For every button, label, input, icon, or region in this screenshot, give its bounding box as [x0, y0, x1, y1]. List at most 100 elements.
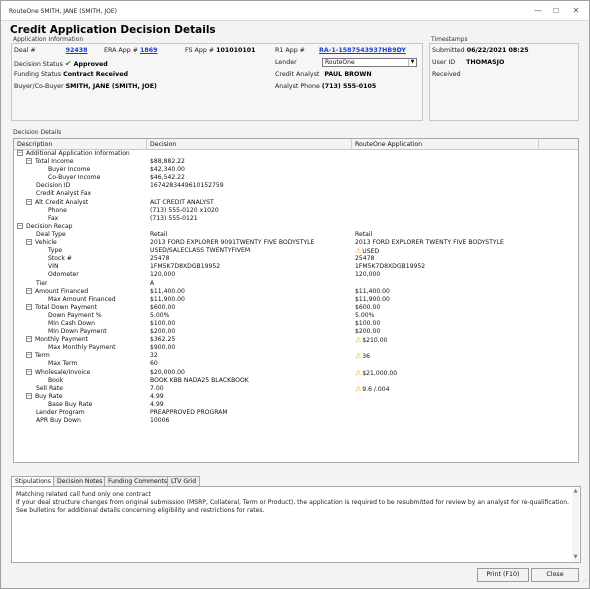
lender-select[interactable]: RouteOne ▼: [322, 58, 417, 67]
decision-details-grid: Description Decision RouteOne Applicatio…: [13, 138, 579, 463]
grid-row[interactable]: Type USED/SALECLASS TWENTYFIVEM ⚠USED: [14, 247, 578, 255]
grid-row[interactable]: − Term 32 ⚠36: [14, 352, 578, 360]
user-id-label: User ID: [432, 59, 456, 66]
row-decision-value: 4.99: [150, 400, 164, 408]
collapse-toggle-icon[interactable]: −: [26, 368, 32, 375]
collapse-toggle-icon[interactable]: −: [17, 222, 23, 229]
grid-row[interactable]: Tier A: [14, 280, 578, 288]
collapse-toggle-icon[interactable]: −: [26, 239, 32, 246]
row-description: Max Amount Financed: [48, 295, 116, 303]
row-application-value: 9.6 /.004: [362, 385, 390, 393]
row-application-value: 120,000: [355, 271, 381, 279]
row-description: Book: [48, 376, 64, 384]
row-decision-value: $600.00: [150, 303, 176, 311]
grid-row[interactable]: VIN 1FM5K7D8XDGB19952 1FM5K7D8XDGB19952: [14, 263, 578, 271]
column-header-routeone-application[interactable]: RouteOne Application: [352, 139, 539, 150]
grid-row[interactable]: − Total Income $88,882.22: [14, 158, 578, 166]
row-description: Decision ID: [36, 182, 71, 190]
grid-row[interactable]: Co-Buyer Income $46,542.22: [14, 174, 578, 182]
fs-label: FS App #: [185, 47, 215, 54]
grid-row[interactable]: − Wholesale/Invoice $20,000.00 ⚠$21,000.00: [14, 368, 578, 377]
era-label: ERA App #: [104, 47, 138, 54]
grid-row[interactable]: Max Term 60: [14, 360, 578, 368]
row-description: APR Buy Down: [36, 417, 81, 425]
column-header-decision[interactable]: Decision: [147, 139, 352, 150]
resize-grip-icon[interactable]: ⋰: [580, 578, 587, 586]
grid-row[interactable]: Deal Type Retail Retail: [14, 231, 578, 239]
collapse-toggle-icon[interactable]: −: [17, 150, 23, 156]
row-description: Buyer Income: [48, 166, 91, 174]
row-description: Deal Type: [36, 230, 66, 238]
chevron-down-icon[interactable]: ▼: [408, 59, 416, 66]
collapse-toggle-icon[interactable]: −: [26, 198, 32, 205]
collapse-toggle-icon[interactable]: −: [26, 392, 32, 399]
grid-row[interactable]: Min Cash Down $100.00 $100.00: [14, 320, 578, 328]
row-description-cell: APR Buy Down: [36, 417, 81, 425]
grid-row[interactable]: Base Buy Rate 4.99: [14, 401, 578, 409]
deal-field: Deal # 92438: [14, 47, 88, 54]
grid-row[interactable]: Odometer 120,000 120,000: [14, 271, 578, 279]
grid-row[interactable]: Book BOOK KBB NADA25 BLACKBOOK: [14, 377, 578, 385]
maximize-icon[interactable]: ☐: [549, 5, 563, 17]
collapse-toggle-icon[interactable]: −: [26, 158, 32, 165]
grid-row[interactable]: Fax (713) 555-0121: [14, 215, 578, 223]
grid-row[interactable]: Credit Analyst Fax: [14, 190, 578, 198]
grid-row[interactable]: Stock # 25478 25478: [14, 255, 578, 263]
grid-row[interactable]: Decision ID 1674283449610152759: [14, 182, 578, 190]
grid-row[interactable]: − Decision Recap: [14, 222, 578, 231]
scroll-down-icon[interactable]: ▼: [572, 554, 579, 561]
row-description-cell: − Amount Financed: [26, 287, 88, 296]
minimize-icon[interactable]: —: [531, 5, 545, 17]
collapse-toggle-icon[interactable]: −: [26, 303, 32, 310]
submitted-value: 06/22/2021 08:25: [466, 47, 529, 54]
grid-row[interactable]: Sell Rate 7.00 ⚠9.6 /.004: [14, 385, 578, 393]
grid-row[interactable]: Buyer Income $42,340.00: [14, 166, 578, 174]
row-description-cell: − Decision Recap: [17, 222, 73, 231]
row-description-cell: Sell Rate: [36, 385, 63, 393]
stipulations-scrollbar[interactable]: ▲ ▼: [572, 488, 579, 561]
collapse-toggle-icon[interactable]: −: [26, 352, 32, 359]
r1-app-link[interactable]: RA-1-1587543937HB9DY: [319, 47, 406, 54]
era-number-link[interactable]: 1869: [140, 47, 158, 54]
row-decision-value: A: [150, 279, 155, 287]
analyst-label: Credit Analyst: [275, 71, 320, 78]
stipulations-text[interactable]: Matching related call fund only one cont…: [16, 491, 570, 515]
row-description-cell: Co-Buyer Income: [48, 174, 100, 182]
column-header-description[interactable]: Description: [14, 139, 147, 150]
row-application-value: 25478: [355, 255, 375, 263]
close-icon[interactable]: ✕: [569, 5, 583, 17]
print-button[interactable]: Print (F10): [477, 568, 529, 582]
grid-row[interactable]: Lender Program PREAPPROVED PROGRAM: [14, 409, 578, 417]
row-description-cell: Tier: [36, 280, 47, 288]
app-info-group-label: Application Information: [13, 36, 84, 43]
row-application-value: 36: [362, 353, 371, 361]
r1-label: R1 App #: [275, 47, 305, 54]
grid-row[interactable]: Min Down Payment $200.00 $200.00: [14, 328, 578, 336]
row-decision-value: $46,542.22: [150, 174, 185, 182]
stipulations-line-1: Matching related call fund only one cont…: [16, 491, 151, 498]
grid-row[interactable]: Max Amount Financed $11,900.00 $11,900.00: [14, 296, 578, 304]
grid-row[interactable]: − Amount Financed $11,400.00 $11,400.00: [14, 287, 578, 296]
collapse-toggle-icon[interactable]: −: [26, 287, 32, 294]
row-description: Odometer: [48, 271, 79, 279]
grid-row[interactable]: − Monthly Payment $362.25 ⚠$210.00: [14, 336, 578, 344]
deal-number-link[interactable]: 92438: [66, 47, 88, 54]
close-button[interactable]: Close: [531, 568, 579, 582]
grid-row[interactable]: − Vehicle 2013 FORD EXPLORER 9091TWENTY FI…: [14, 239, 578, 247]
grid-row[interactable]: Max Monthly Payment $900.00: [14, 344, 578, 352]
grid-row[interactable]: − Additional Application Information: [14, 150, 578, 158]
grid-row[interactable]: − Alt Credit Analyst ALT CREDIT ANALYST: [14, 198, 578, 207]
collapse-toggle-icon[interactable]: −: [26, 336, 32, 343]
row-description-cell: − Total Down Payment: [26, 303, 97, 312]
row-application-cell: $11,400.00: [355, 288, 390, 296]
row-description-cell: Deal Type: [36, 231, 66, 239]
row-description: Buy Rate: [35, 392, 63, 400]
row-application-cell: Retail: [355, 231, 372, 239]
grid-row[interactable]: − Buy Rate 4.99: [14, 392, 578, 401]
grid-row[interactable]: Down Payment % 5.00% 5.00%: [14, 312, 578, 320]
grid-row[interactable]: − Total Down Payment $600.00 $600.00: [14, 303, 578, 312]
grid-row[interactable]: Phone (713) 555-0120 x1020: [14, 207, 578, 215]
scroll-up-icon[interactable]: ▲: [572, 488, 579, 495]
row-description-cell: Buyer Income: [48, 166, 90, 174]
grid-row[interactable]: APR Buy Down 10006: [14, 417, 578, 425]
